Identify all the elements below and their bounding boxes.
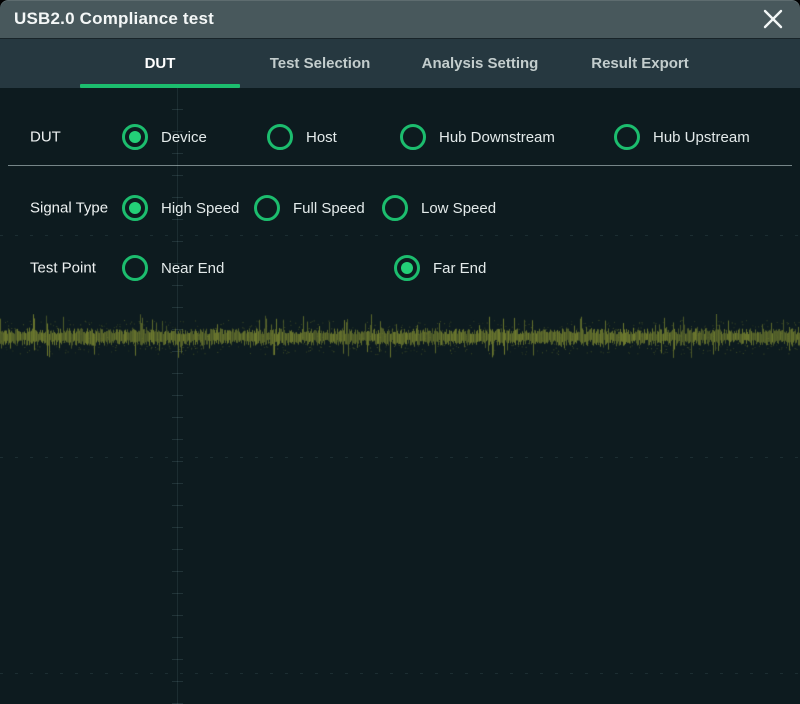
radio-icon-selected — [122, 124, 148, 150]
radio-label: Device — [161, 129, 207, 146]
row-label-test-point: Test Point — [30, 260, 96, 277]
radio-icon-selected — [394, 255, 420, 281]
row-label-signal-type: Signal Type — [30, 200, 108, 217]
close-icon — [762, 8, 784, 30]
radio-label: Host — [306, 129, 337, 146]
tab-result-export[interactable]: Result Export — [560, 39, 720, 88]
graticule-hline — [0, 235, 800, 236]
radio-icon — [614, 124, 640, 150]
radio-label: Near End — [161, 260, 224, 277]
dialog-title: USB2.0 Compliance test — [14, 9, 214, 29]
tab-bar: DUT Test Selection Analysis Setting Resu… — [0, 38, 800, 88]
radio-icon — [122, 255, 148, 281]
dialog-content: DUT Device Host Hub Downstream Hub Upstr… — [0, 88, 800, 704]
close-button[interactable] — [760, 6, 786, 32]
radio-label: Low Speed — [421, 200, 496, 217]
form-row-signal-type: Signal Type High Speed Full Speed Low Sp… — [0, 193, 800, 223]
radio-label: Full Speed — [293, 200, 365, 217]
radio-icon — [267, 124, 293, 150]
tab-strip: DUT Test Selection Analysis Setting Resu… — [80, 39, 720, 88]
radio-host[interactable]: Host — [267, 124, 337, 150]
tab-analysis-setting[interactable]: Analysis Setting — [400, 39, 560, 88]
form-row-dut: DUT Device Host Hub Downstream Hub Upstr… — [0, 122, 800, 152]
graticule-hline — [0, 673, 800, 674]
row-label-dut: DUT — [30, 129, 61, 146]
radio-near-end[interactable]: Near End — [122, 255, 224, 281]
radio-device[interactable]: Device — [122, 124, 207, 150]
radio-icon-selected — [122, 195, 148, 221]
radio-low-speed[interactable]: Low Speed — [382, 195, 496, 221]
usb-compliance-dialog: USB2.0 Compliance test DUT Test Selectio… — [0, 0, 800, 704]
title-bar[interactable]: USB2.0 Compliance test — [0, 0, 800, 38]
radio-icon — [254, 195, 280, 221]
tab-test-selection[interactable]: Test Selection — [240, 39, 400, 88]
radio-label: High Speed — [161, 200, 239, 217]
radio-full-speed[interactable]: Full Speed — [254, 195, 365, 221]
radio-label: Far End — [433, 260, 486, 277]
tab-dut[interactable]: DUT — [80, 39, 240, 88]
graticule-vertical-axis — [177, 88, 178, 704]
form-row-test-point: Test Point Near End Far End — [0, 253, 800, 283]
radio-hub-downstream[interactable]: Hub Downstream — [400, 124, 555, 150]
radio-icon — [382, 195, 408, 221]
radio-far-end[interactable]: Far End — [394, 255, 486, 281]
graticule-hline — [0, 457, 800, 458]
waveform-trace-canvas — [0, 314, 800, 362]
radio-label: Hub Upstream — [653, 129, 750, 146]
separator — [8, 165, 792, 166]
graticule-vertical-ticks — [172, 88, 183, 704]
radio-label: Hub Downstream — [439, 129, 555, 146]
radio-high-speed[interactable]: High Speed — [122, 195, 239, 221]
radio-hub-upstream[interactable]: Hub Upstream — [614, 124, 750, 150]
radio-icon — [400, 124, 426, 150]
